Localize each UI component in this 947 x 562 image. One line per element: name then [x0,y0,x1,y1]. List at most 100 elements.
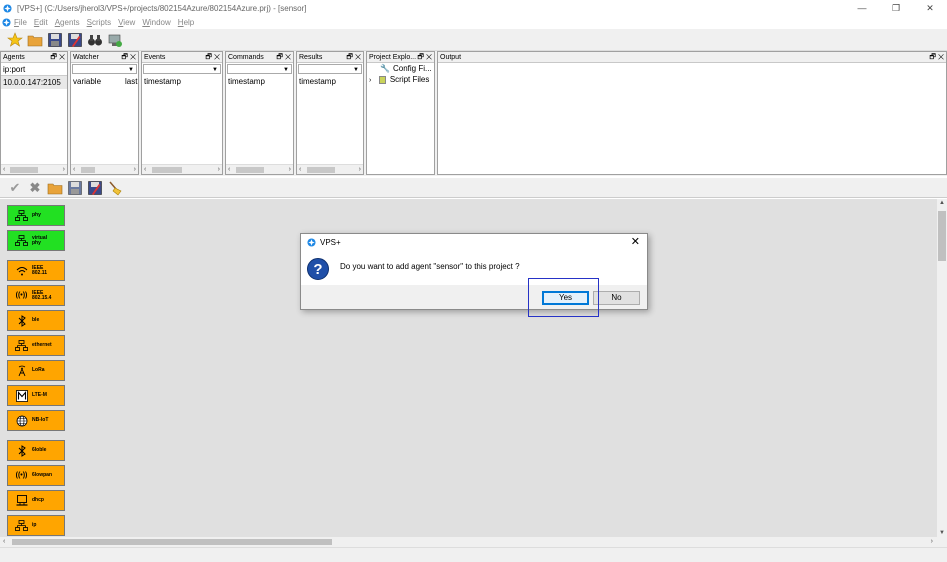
watcher-combo[interactable]: ▼ [72,64,137,74]
tree-item-script-files[interactable]: › Script Files [367,74,434,85]
restore-button[interactable]: ❐ [879,0,913,16]
palette-ip[interactable]: ip [7,515,65,536]
question-icon: ? [307,258,329,280]
title-bar: [VPS+] (C:/Users/jherol3/VPS+/projects/8… [0,0,947,16]
results-panel: Results 🗗 ✕ ▼ timestamp ‹ › [296,51,364,175]
dialog-close-icon[interactable]: ✕ [631,236,640,248]
results-column-header[interactable]: timestamp [297,75,363,88]
bluetooth-icon [15,314,28,327]
docked-panels: Agents 🗗 ✕ ip:port 10.0.0.147:2105 ‹ › Wat… [0,51,947,176]
agent-row[interactable]: 10.0.0.147:2105 [1,76,67,89]
save-icon[interactable] [67,180,83,196]
palette-dhcp[interactable]: dhcp [7,490,65,511]
wifi-icon [15,264,28,277]
commands-column-header[interactable]: timestamp [226,75,293,88]
menu-view[interactable]: View [118,18,135,27]
project-explorer-panel: Project Explo... 🗗 ✕ 🔧 Config Fi... › Scr… [366,51,435,175]
new-project-icon[interactable] [7,31,23,48]
watcher-column-header[interactable]: variable last [71,75,138,88]
status-bar [0,547,947,562]
palette-nb-iot[interactable]: NB-IoT [7,410,65,431]
workspace-vscroll[interactable]: ▲ ▼ [937,199,947,537]
binoculars-icon[interactable] [87,32,103,48]
agents-panel-header: Agents 🗗 ✕ [1,52,67,63]
palette-6loble[interactable]: 6loble [7,440,65,461]
highlight-box [528,278,599,317]
open-folder-icon[interactable] [27,32,43,48]
mdi-app-icon[interactable] [2,17,11,27]
network-icon [15,234,28,247]
palette-label: ble [32,317,40,323]
palette-phy[interactable]: phy [7,205,65,226]
panel-float-close-icons[interactable]: 🗗 ✕ [50,52,65,63]
scroll-left-icon[interactable]: ‹ [3,537,5,547]
network-icon [15,339,28,352]
palette-ble[interactable]: ble [7,310,65,331]
scroll-up-icon[interactable]: ▲ [937,200,947,206]
minimize-button[interactable]: — [845,0,879,16]
palette-virtual-phy[interactable]: virtual phy [7,230,65,251]
radio-icon: ((•)) [15,472,28,479]
menu-agents[interactable]: Agents [55,18,80,27]
palette-label: 6loble [32,447,47,453]
scroll-down-icon[interactable]: ▼ [937,530,947,536]
main-toolbar [0,29,947,51]
menu-window[interactable]: Window [142,18,170,27]
app-icon [307,238,316,247]
script-file-icon [378,75,386,84]
broom-icon[interactable] [107,180,123,196]
tree-item-config[interactable]: 🔧 Config Fi... [367,63,434,74]
events-panel: Events 🗗 ✕ ▼ timestamp ‹ › [141,51,223,175]
menu-help[interactable]: Help [178,18,194,27]
workspace-hscroll[interactable]: ‹ › [0,537,947,547]
commands-combo[interactable]: ▼ [227,64,292,74]
events-combo[interactable]: ▼ [143,64,221,74]
palette-6lowpan[interactable]: ((•)) 6lowpan [7,465,65,486]
open-folder-icon[interactable] [47,180,63,196]
dialog-titlebar[interactable]: VPS+ ✕ [301,234,647,251]
cross-icon[interactable]: ✖ [27,180,43,196]
hscroll-thumb[interactable] [12,539,332,545]
agents-hscroll[interactable]: ‹ › [1,164,67,174]
watcher-hscroll[interactable]: ‹ › [71,164,138,174]
agents-column-header[interactable]: ip:port [1,63,67,76]
palette-label: dhcp [32,497,44,503]
palette-lora[interactable]: LoRa [7,360,65,381]
globe-icon [15,414,28,427]
watcher-panel: Watcher 🗗 ✕ ▼ variable last ‹ › [70,51,139,175]
output-panel: Output 🗗 ✕ [437,51,947,175]
save-as-icon[interactable] [87,180,103,196]
commands-hscroll[interactable]: ‹ › [226,164,293,174]
events-hscroll[interactable]: ‹ › [142,164,222,174]
antenna-icon [15,364,28,377]
palette-label: IEEE 802.11 [32,264,48,276]
no-button[interactable]: No [593,291,640,305]
menu-scripts[interactable]: Scripts [87,18,111,27]
results-hscroll[interactable]: ‹ › [297,164,363,174]
palette-ieee-80211[interactable]: IEEE 802.11 [7,260,65,281]
save-as-icon[interactable] [67,32,83,48]
vscroll-thumb[interactable] [938,211,946,261]
expand-arrow-icon[interactable]: › [369,77,371,84]
dialog-title: VPS+ [320,238,341,247]
agent-manager-icon[interactable] [107,32,123,48]
palette-ieee-802154[interactable]: ((•)) IEEE 802.15.4 [7,285,65,306]
results-combo[interactable]: ▼ [298,64,362,74]
commands-panel: Commands 🗗 ✕ ▼ timestamp ‹ › [225,51,294,175]
events-column-header[interactable]: timestamp [142,75,222,88]
app-icon [3,3,12,13]
palette-ethernet[interactable]: ethernet [7,335,65,356]
menu-edit[interactable]: Edit [34,18,48,27]
wrench-icon: 🔧 [380,64,390,73]
palette-label: virtual phy [32,234,48,246]
check-icon[interactable]: ✔ [7,180,23,196]
close-window-button[interactable]: ✕ [913,0,947,16]
save-icon[interactable] [47,32,63,48]
window-title: [VPS+] (C:/Users/jherol3/VPS+/projects/8… [17,3,307,13]
dialog-message: Do you want to add agent "sensor" to thi… [340,262,520,271]
palette-label: IEEE 802.15.4 [32,289,52,301]
palette-lte-m[interactable]: LTE-M [7,385,65,406]
menu-file[interactable]: File [14,18,27,27]
scroll-right-icon[interactable]: › [931,537,933,547]
bluetooth-icon [15,444,28,457]
